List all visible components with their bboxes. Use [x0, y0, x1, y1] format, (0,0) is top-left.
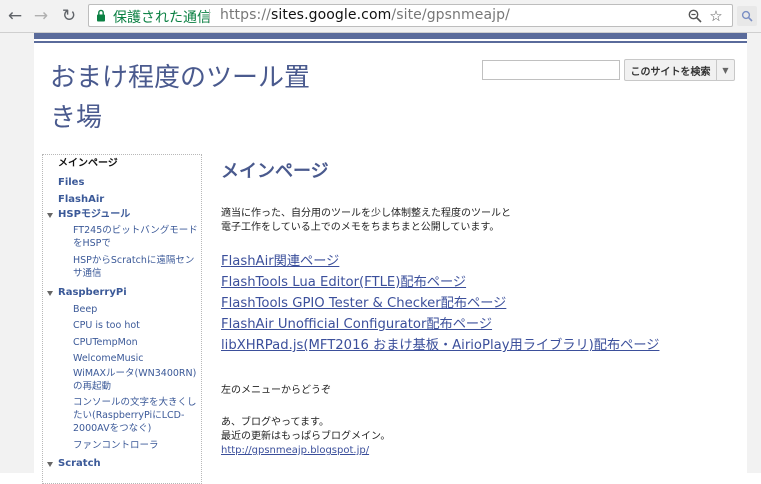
- sidebar-item-files[interactable]: Files: [58, 176, 84, 190]
- link-flashair[interactable]: FlashAir関連ページ: [221, 250, 339, 269]
- site-title-line2: き場: [50, 103, 103, 133]
- sidebar-item-main[interactable]: メインページ: [58, 157, 118, 171]
- browser-toolbar: ← → ↻ 保護された通信 https://sites.google.com/s…: [0, 0, 761, 33]
- sidebar-item-hsp-scratch[interactable]: HSPからScratchに遠隔センサ通信: [73, 254, 201, 280]
- page-right-margin: [747, 33, 761, 473]
- sidebar-item-rpi-console-font[interactable]: コンソールの文字を大きくしたい(RaspberryPiにLCD-2000AVをつ…: [73, 396, 201, 435]
- blog-line2: 最近の更新はもっぱらブログメイン。: [221, 431, 391, 442]
- secure-label: 保護された通信: [113, 10, 211, 26]
- sidebar-group-hsp[interactable]: HSPモジュール: [58, 208, 130, 222]
- header-bar: [34, 33, 747, 39]
- site-search-input[interactable]: [482, 60, 620, 80]
- header-rule: [34, 41, 747, 43]
- page-left-margin: [0, 33, 34, 473]
- address-bar[interactable]: 保護された通信 https://sites.google.com/site/gp…: [88, 4, 733, 27]
- sidebar-group-scratch[interactable]: Scratch: [58, 457, 101, 471]
- link-configurator[interactable]: FlashAir Unofficial Configurator配布ページ: [221, 313, 492, 332]
- sidebar-item-flashair[interactable]: FlashAir: [58, 193, 104, 207]
- extension-icon[interactable]: [737, 6, 757, 26]
- intro-line2: 電子工作をしている上でのメモをちまちまと公開しています。: [221, 222, 500, 233]
- site-title-line1: おまけ程度のツール置: [50, 63, 311, 93]
- blog-link[interactable]: http://gpsnmeajp.blogspot.jp/: [221, 445, 369, 456]
- url-text[interactable]: https://sites.google.com/site/gpsnmeajp/: [220, 7, 510, 23]
- expand-triangle-icon[interactable]: [47, 462, 53, 467]
- sidebar-nav: メインページ Files FlashAir HSPモジュール FT245のビット…: [42, 154, 202, 484]
- expand-triangle-icon[interactable]: [47, 291, 53, 296]
- site-title[interactable]: おまけ程度のツール置 き場: [50, 58, 380, 138]
- sidebar-item-rpi-cputempmon[interactable]: CPUTempMon: [73, 336, 201, 349]
- address-separator: [209, 9, 210, 23]
- site-search-button[interactable]: このサイトを検索: [624, 59, 717, 81]
- intro-text: 適当に作った、自分用のツールを少し体制整えた程度のツールと 電子工作をしている上…: [221, 207, 651, 235]
- sidebar-item-rpi-fan[interactable]: ファンコントローラ: [73, 439, 201, 452]
- sidebar-group-raspberrypi[interactable]: RaspberryPi: [58, 286, 127, 300]
- back-arrow-icon[interactable]: ←: [4, 5, 26, 27]
- link-ftle[interactable]: FlashTools Lua Editor(FTLE)配布ページ: [221, 271, 466, 290]
- sidebar-item-rpi-welcomemusic[interactable]: WelcomeMusic: [73, 352, 201, 365]
- sidebar-item-rpi-wimax[interactable]: WiMAXルータ(WN3400RN)の再起動: [73, 367, 201, 393]
- page-title: メインページ: [221, 161, 329, 182]
- forward-arrow-icon[interactable]: →: [30, 5, 52, 27]
- intro-line1: 適当に作った、自分用のツールを少し体制整えた程度のツールと: [221, 208, 511, 219]
- expand-triangle-icon[interactable]: [47, 213, 53, 218]
- link-libxhrpad[interactable]: libXHRPad.js(MFT2016 おまけ基板・AirioPlay用ライブ…: [221, 334, 659, 353]
- sidebar-item-rpi-cpu-hot[interactable]: CPU is too hot: [73, 319, 201, 332]
- star-icon[interactable]: ☆: [707, 7, 725, 25]
- link-gpio-tester[interactable]: FlashTools GPIO Tester & Checker配布ページ: [221, 292, 506, 311]
- blog-line1: あ、ブログやってます。: [221, 417, 329, 428]
- sidebar-item-hsp-ft245[interactable]: FT245のビットバングモードをHSPで: [73, 224, 201, 250]
- sidebar-item-rpi-beep[interactable]: Beep: [73, 303, 201, 316]
- search-dropdown-icon[interactable]: ▼: [717, 59, 735, 81]
- zoom-icon[interactable]: [686, 7, 704, 25]
- menu-note: 左のメニューからどうぞ: [221, 385, 331, 396]
- lock-icon: [97, 9, 105, 22]
- reload-icon[interactable]: ↻: [58, 5, 80, 27]
